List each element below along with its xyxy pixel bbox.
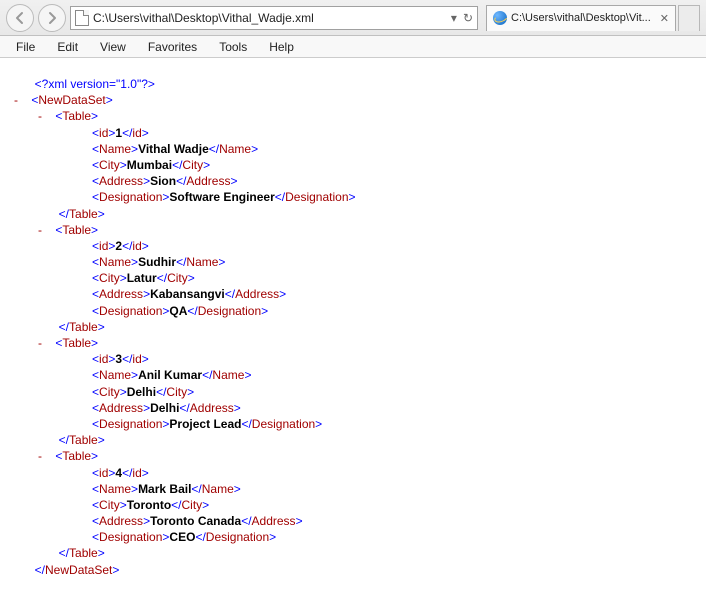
menu-bar: File Edit View Favorites Tools Help [0,36,706,58]
xml-table-open: - <Table> [10,108,696,124]
tab-title: C:\Users\vithal\Desktop\Vit... [511,12,656,24]
xml-field-id: <id>4</id> [10,465,696,481]
xml-field-id: <id>2</id> [10,238,696,254]
xml-content-area: <?xml version="1.0"?>- <NewDataSet>- <Ta… [0,58,706,613]
address-dropdown-icon[interactable]: ▾ [451,11,457,25]
xml-field-address: <Address>Kabansangvi</Address> [10,286,696,302]
address-bar[interactable]: C:\Users\vithal\Desktop\Vithal_Wadje.xml… [70,6,478,30]
ie-icon [493,11,507,25]
xml-field-designation: <Designation>Software Engineer</Designat… [10,189,696,205]
page-file-icon [75,10,89,26]
arrow-right-icon [45,11,59,25]
xml-declaration: <?xml version="1.0"?> [10,76,696,92]
refresh-icon[interactable]: ↻ [463,11,473,25]
xml-root-close: </NewDataSet> [10,562,696,578]
xml-field-name: <Name>Vithal Wadje</Name> [10,141,696,157]
menu-help[interactable]: Help [259,38,304,56]
xml-field-city: <City>Toronto</City> [10,497,696,513]
xml-root-open: - <NewDataSet> [10,92,696,108]
collapse-toggle[interactable]: - [38,335,52,351]
xml-table-close: </Table> [10,206,696,222]
xml-field-address: <Address>Delhi</Address> [10,400,696,416]
back-button[interactable] [6,4,34,32]
menu-file[interactable]: File [6,38,45,56]
menu-tools[interactable]: Tools [209,38,257,56]
new-tab-button[interactable] [678,5,700,31]
xml-field-designation: <Designation>QA</Designation> [10,303,696,319]
address-url-text: C:\Users\vithal\Desktop\Vithal_Wadje.xml [93,11,447,25]
xml-field-address: <Address>Toronto Canada</Address> [10,513,696,529]
xml-table-close: </Table> [10,432,696,448]
xml-field-designation: <Designation>Project Lead</Designation> [10,416,696,432]
forward-button[interactable] [38,4,66,32]
xml-field-city: <City>Delhi</City> [10,384,696,400]
xml-table-open: - <Table> [10,448,696,464]
xml-table-open: - <Table> [10,335,696,351]
title-bar: C:\Users\vithal\Desktop\Vithal_Wadje.xml… [0,0,706,36]
arrow-left-icon [13,11,27,25]
menu-view[interactable]: View [90,38,136,56]
xml-field-id: <id>3</id> [10,351,696,367]
xml-field-name: <Name>Mark Bail</Name> [10,481,696,497]
xml-field-designation: <Designation>CEO</Designation> [10,529,696,545]
xml-table-close: </Table> [10,545,696,561]
xml-field-name: <Name>Anil Kumar</Name> [10,367,696,383]
xml-field-address: <Address>Sion</Address> [10,173,696,189]
tab-area: C:\Users\vithal\Desktop\Vit... ✕ [486,5,700,31]
xml-field-city: <City>Latur</City> [10,270,696,286]
xml-field-name: <Name>Sudhir</Name> [10,254,696,270]
menu-favorites[interactable]: Favorites [138,38,207,56]
address-tools: ▾ ↻ [451,11,473,25]
xml-field-id: <id>1</id> [10,125,696,141]
xml-table-open: - <Table> [10,222,696,238]
xml-field-city: <City>Mumbai</City> [10,157,696,173]
close-tab-icon[interactable]: ✕ [660,12,669,25]
collapse-toggle[interactable]: - [38,222,52,238]
collapse-toggle[interactable]: - [14,92,28,108]
collapse-toggle[interactable]: - [38,448,52,464]
xml-table-close: </Table> [10,319,696,335]
collapse-toggle[interactable]: - [38,108,52,124]
menu-edit[interactable]: Edit [47,38,88,56]
browser-tab[interactable]: C:\Users\vithal\Desktop\Vit... ✕ [486,5,676,31]
